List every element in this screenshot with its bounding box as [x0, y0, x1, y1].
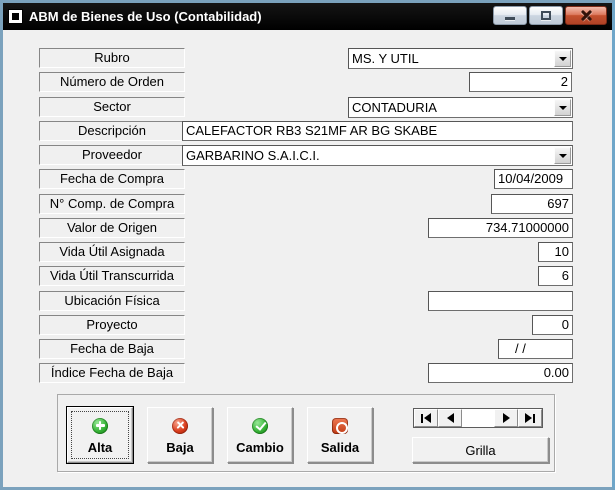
field-label-descripcion: Descripción	[39, 121, 185, 141]
field-row-valor-de-origen: Valor de Origen 734.71000000	[3, 218, 612, 239]
last-record-button[interactable]	[518, 409, 542, 427]
window-title: ABM de Bienes de Uso (Contabilidad)	[29, 9, 262, 24]
field-row-proveedor: Proveedor GARBARINO S.A.I.C.I.	[3, 145, 612, 166]
minimize-icon	[505, 17, 515, 20]
field-row-vida-util-asignada: Vida Útil Asignada 10	[3, 242, 612, 263]
alta-button[interactable]: Alta	[67, 407, 133, 463]
cambio-button-label: Cambio	[236, 439, 284, 455]
proveedor-combobox[interactable]: GARBARINO S.A.I.C.I.	[182, 145, 573, 166]
restore-button[interactable]	[529, 6, 563, 25]
power-icon	[332, 417, 348, 434]
chevron-down-icon[interactable]	[554, 99, 571, 116]
app-window: ABM de Bienes de Uso (Contabilidad) Rubr…	[0, 0, 615, 490]
record-navigator	[413, 408, 543, 428]
n-comp-de-compra-input[interactable]: 697	[491, 194, 573, 214]
field-label-valor-de-origen: Valor de Origen	[39, 218, 185, 238]
close-icon	[580, 9, 593, 22]
rubro-value: MS. Y UTIL	[352, 51, 419, 66]
field-row-fecha-de-baja: Fecha de Baja / /	[3, 339, 612, 360]
field-row-indice-fecha-de-baja: Índice Fecha de Baja 0.00	[3, 363, 612, 384]
vida-util-transcurrida-input[interactable]: 6	[538, 266, 573, 286]
field-row-sector: Sector CONTADURIA	[3, 97, 612, 118]
valor-de-origen-input[interactable]: 734.71000000	[428, 218, 573, 238]
field-label-numero-de-orden: Número de Orden	[39, 72, 185, 92]
chevron-down-icon[interactable]	[554, 147, 571, 164]
field-row-rubro: Rubro MS. Y UTIL	[3, 48, 612, 69]
field-label-rubro: Rubro	[39, 48, 185, 68]
cross-circle-icon	[172, 417, 188, 434]
field-row-n-comp-de-compra: N° Comp. de Compra 697	[3, 194, 612, 215]
field-row-ubicacion-fisica: Ubicación Física	[3, 291, 612, 312]
field-label-proveedor: Proveedor	[39, 145, 185, 165]
field-label-vida-util-transcurrida: Vida Útil Transcurrida	[39, 266, 185, 286]
field-label-fecha-de-baja: Fecha de Baja	[39, 339, 185, 359]
restore-icon	[541, 11, 551, 20]
vida-util-asignada-input[interactable]: 10	[538, 242, 573, 262]
field-row-descripcion: Descripción CALEFACTOR RB3 S21MF AR BG SK…	[3, 121, 612, 142]
check-circle-icon	[252, 417, 268, 434]
proyecto-input[interactable]: 0	[532, 315, 573, 335]
sector-combobox[interactable]: CONTADURIA	[348, 97, 573, 118]
field-label-sector: Sector	[39, 97, 185, 117]
plus-circle-icon	[92, 417, 108, 434]
chevron-down-icon[interactable]	[554, 50, 571, 67]
field-row-numero-de-orden: Número de Orden 2	[3, 72, 612, 93]
baja-button[interactable]: Baja	[147, 407, 213, 463]
next-record-button[interactable]	[494, 409, 518, 427]
field-label-n-comp-de-compra: N° Comp. de Compra	[39, 194, 185, 214]
indice-fecha-de-baja-input[interactable]: 0.00	[428, 363, 573, 383]
form-client-area: Rubro MS. Y UTIL Número de Orden 2 Sector CON…	[3, 30, 612, 487]
window-icon	[9, 10, 22, 23]
minimize-button[interactable]	[493, 6, 527, 25]
proveedor-value: GARBARINO S.A.I.C.I.	[186, 148, 320, 163]
field-label-vida-util-asignada: Vida Útil Asignada	[39, 242, 185, 262]
baja-button-label: Baja	[166, 439, 194, 455]
caption-buttons	[493, 6, 607, 25]
field-row-fecha-de-compra: Fecha de Compra 10/04/2009	[3, 169, 612, 190]
fecha-de-compra-input[interactable]: 10/04/2009	[494, 169, 573, 189]
fecha-de-baja-input[interactable]: / /	[498, 339, 573, 359]
descripcion-input[interactable]: CALEFACTOR RB3 S21MF AR BG SKABE	[182, 121, 573, 141]
numero-de-orden-input[interactable]: 2	[469, 72, 572, 92]
cambio-button[interactable]: Cambio	[227, 407, 293, 463]
alta-button-label: Alta	[87, 439, 113, 455]
navigator-track	[462, 409, 494, 427]
grilla-button[interactable]: Grilla	[412, 437, 549, 463]
rubro-combobox[interactable]: MS. Y UTIL	[348, 48, 573, 69]
first-record-button[interactable]	[414, 409, 438, 427]
previous-record-button[interactable]	[438, 409, 462, 427]
field-row-vida-util-transcurrida: Vida Útil Transcurrida 6	[3, 266, 612, 287]
title-bar: ABM de Bienes de Uso (Contabilidad)	[3, 3, 612, 30]
salida-button-label: Salida	[320, 439, 360, 455]
sector-value: CONTADURIA	[352, 100, 437, 115]
field-label-ubicacion-fisica: Ubicación Física	[39, 291, 185, 311]
field-label-indice-fecha-de-baja: Índice Fecha de Baja	[39, 363, 185, 383]
field-row-proyecto: Proyecto 0	[3, 315, 612, 336]
close-button[interactable]	[565, 6, 607, 25]
salida-button[interactable]: Salida	[307, 407, 373, 463]
grilla-button-label: Grilla	[465, 442, 496, 458]
ubicacion-fisica-input[interactable]	[428, 291, 573, 311]
field-label-fecha-de-compra: Fecha de Compra	[39, 169, 185, 189]
field-label-proyecto: Proyecto	[39, 315, 185, 335]
